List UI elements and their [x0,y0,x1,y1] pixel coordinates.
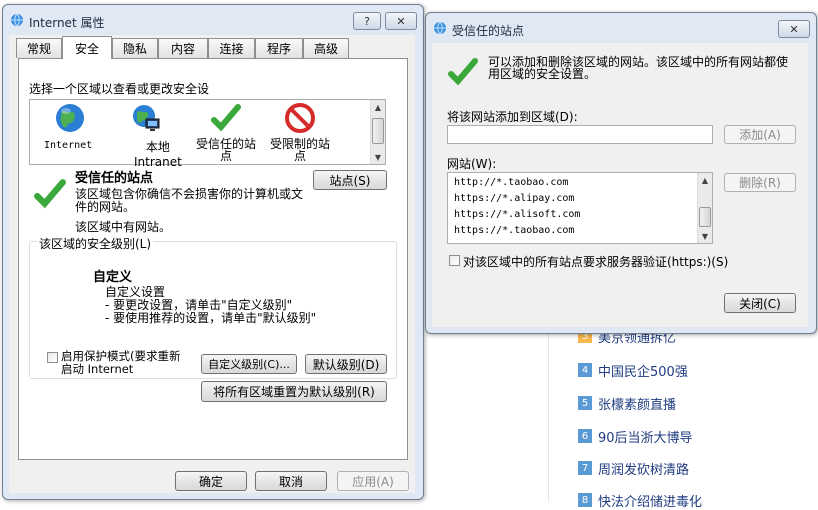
help-button[interactable]: ? [353,12,381,30]
website-item[interactable]: https://*.alisoft.com [454,209,580,220]
zone-restricted[interactable]: 受限制的站点 [264,102,336,164]
apply-button[interactable]: 应用(A) [337,471,409,491]
scroll-thumb[interactable] [699,207,711,227]
zone-trusted[interactable]: 受信任的站点 [190,102,262,164]
require-https-checkbox[interactable] [449,255,460,266]
zone-title: 受信任的站点 [75,171,154,186]
zone-has-sites: 该区域中有网站。 [75,220,172,234]
websites-scrollbar[interactable]: ▲ ▼ [697,173,712,243]
website-item[interactable]: http://*.taobao.com [454,177,568,188]
dialog-title: 受信任的站点 [452,24,525,38]
zone-list[interactable]: Internet 本地 Intranet 受信任的站点 受限制的站 点 ▲ ▼ [29,99,386,169]
tab-2[interactable]: 隐私 [112,38,158,58]
websites-list[interactable]: http://*.taobao.com https://*.alipay.com h… [447,172,713,244]
intranet-icon [133,105,160,131]
zone-label: 受限制的站点 [269,137,330,163]
ok-button[interactable]: 确定 [175,471,247,491]
cancel-button[interactable]: 取消 [255,471,327,491]
restricted-icon [285,103,315,133]
rank-link[interactable]: 周润发砍树清路 [598,459,689,478]
globe-icon [56,104,84,132]
security-tab-panel: 选择一个区域以查看或更改安全设 Internet 本地 Intranet 受信任… [18,58,408,460]
rank-number: 8 [578,493,592,507]
zone-intranet[interactable]: 本地 Intranet [118,102,182,169]
dialog-info: 可以添加和删除该区域的网站。该区域中的所有网站都使 用区域的安全设置。 [488,55,789,81]
checkmark-icon [34,179,66,209]
ranking-item[interactable]: 4 中国民企500强 [578,360,688,380]
remove-button[interactable]: 删除(R) [724,173,796,192]
require-https-label: 对该区域中的所有站点要求服务器验证(https:)(S) [463,255,729,269]
ranking-item[interactable]: 5 张檬素颜直播 [578,393,676,413]
ranking-item[interactable]: 6 90后当浙大博导 [578,426,693,446]
rank-number: 6 [578,429,592,443]
tab-3[interactable]: 内容 [158,38,208,58]
add-button[interactable]: 添加(A) [724,125,796,144]
zone-prompt: 选择一个区域以查看或更改安全设 [29,82,210,96]
close-dialog-button[interactable]: 关闭(C) [724,293,796,313]
title-bar[interactable]: 受信任的站点 ✕ [426,13,816,43]
rank-link[interactable]: 张檬素颜直播 [598,394,676,413]
rank-link[interactable]: 90后当浙大博导 [598,427,693,446]
rank-link[interactable]: 中国民企500强 [598,361,688,380]
checkmark-icon [448,58,478,86]
page-divider [548,320,549,502]
tab-1[interactable]: 安全 [62,36,112,59]
zone-list-scrollbar[interactable]: ▲ ▼ [370,100,385,164]
zone-label: 本地 Intranet [134,140,182,169]
custom-line: - 要使用推荐的设置，请单击"默认级别" [105,311,317,325]
scroll-up-icon[interactable]: ▲ [698,173,712,187]
ranking-item[interactable]: 8 快法介绍储进毒化 [578,490,702,510]
website-item[interactable]: https://*.taobao.com [454,225,574,236]
tab-4[interactable]: 连接 [208,38,255,58]
close-button[interactable]: ✕ [385,12,417,30]
tab-6[interactable]: 高级 [303,38,349,58]
zone-description: 该区域包含你确信不会损害你的计算机或文 件的网站。 [75,187,304,214]
zone-label: 受信任的站点 [195,137,256,163]
zone-label: Internet [44,140,93,151]
scroll-up-icon[interactable]: ▲ [371,100,385,114]
checkmark-icon [211,104,241,132]
scroll-down-icon[interactable]: ▼ [698,229,712,243]
tab-0[interactable]: 常规 [16,38,62,58]
reset-all-zones-button[interactable]: 将所有区域重置为默认级别(R) [201,381,387,402]
ie-globe-icon [434,21,446,35]
add-site-input[interactable] [447,125,713,144]
sites-button[interactable]: 站点(S) [313,170,387,190]
default-level-button[interactable]: 默认级别(D) [305,354,387,374]
rank-number: 7 [578,461,592,475]
protected-mode-checkbox[interactable] [47,352,58,363]
scroll-down-icon[interactable]: ▼ [371,150,385,164]
add-site-label: 将该网站添加到区域(D): [447,110,578,124]
scroll-thumb[interactable] [372,118,384,144]
security-level-label: 该区域的安全级别(L) [37,235,154,252]
ranking-item[interactable]: 7 周润发砍树清路 [578,458,689,478]
ie-globe-icon [11,13,23,27]
close-button[interactable]: ✕ [778,20,810,38]
title-bar[interactable]: Internet 属性 ? ✕ [3,5,423,35]
website-item[interactable]: https://*.alipay.com [454,193,574,204]
zone-internet[interactable]: Internet [42,102,98,162]
rank-number: 5 [578,396,592,410]
custom-level-button[interactable]: 自定义级别(C)... [201,354,297,374]
window-title: Internet 属性 [29,16,105,30]
rank-number: 4 [578,363,592,377]
tab-5[interactable]: 程序 [255,38,303,58]
protected-mode-label: 启用保护模式(要求重新 启动 Internet [61,349,181,376]
rank-link[interactable]: 快法介绍储进毒化 [598,491,702,510]
websites-label: 网站(W): [447,157,497,171]
